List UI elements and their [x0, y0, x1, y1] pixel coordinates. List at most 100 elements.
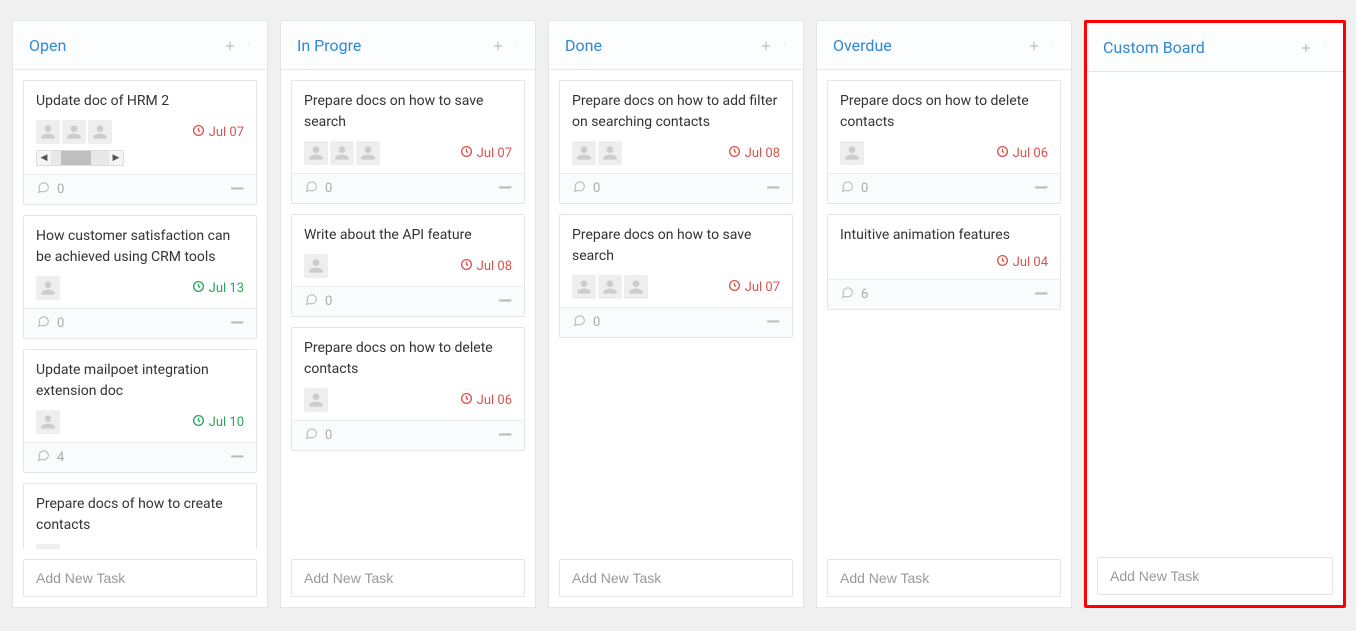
more-icon[interactable]	[515, 35, 519, 55]
date-text: Jul 10	[209, 415, 244, 430]
scroll-right-arrow[interactable]: ▶	[109, 153, 123, 163]
scroll-thumb[interactable]	[61, 151, 91, 165]
card-footer: 6—	[828, 279, 1060, 309]
comment-count[interactable]: 6	[840, 286, 868, 303]
task-card[interactable]: Prepare docs on how to save searchJul 07…	[559, 214, 793, 338]
comment-icon	[36, 181, 51, 198]
more-icon[interactable]	[247, 35, 251, 55]
card-footer: 0—	[828, 173, 1060, 203]
add-task-input[interactable]	[291, 559, 525, 597]
add-icon[interactable]	[1299, 40, 1313, 54]
clock-icon	[996, 145, 1009, 162]
more-icon[interactable]	[1051, 35, 1055, 55]
card-title: Prepare docs on how to delete contacts	[304, 338, 512, 380]
add-task-input[interactable]	[827, 559, 1061, 597]
add-icon[interactable]	[1027, 38, 1041, 52]
comment-count[interactable]: 0	[36, 315, 64, 332]
card-meta: Jul 08	[572, 141, 780, 165]
horizontal-scrollbar[interactable]: ◀▶	[36, 150, 124, 166]
avatar-group	[36, 120, 112, 144]
comment-count[interactable]: 0	[304, 180, 332, 197]
comment-count[interactable]: 0	[840, 180, 868, 197]
avatar-group	[304, 254, 328, 278]
due-date: Jul 06	[460, 392, 512, 409]
task-card[interactable]: Prepare docs on how to delete contactsJu…	[827, 80, 1061, 204]
comment-number: 0	[861, 181, 868, 196]
more-icon[interactable]	[1323, 37, 1327, 57]
scroll-track[interactable]	[51, 151, 109, 165]
date-text: Jul 07	[477, 146, 512, 161]
column-header: Custom Board	[1087, 23, 1343, 72]
more-icon[interactable]	[783, 35, 787, 55]
collapse-icon[interactable]: —	[1034, 290, 1048, 299]
task-card[interactable]: Prepare docs on how to delete contacts Ju…	[291, 327, 525, 451]
task-card[interactable]: How customer satisfaction can be achieve…	[23, 215, 257, 339]
add-task-input[interactable]	[23, 559, 257, 597]
card-meta: Jul 06	[840, 141, 1048, 165]
avatar	[572, 275, 596, 299]
comment-count[interactable]: 0	[304, 293, 332, 310]
task-card[interactable]: Prepare docs on how to save searchJul 07…	[291, 80, 525, 204]
task-card[interactable]: Intuitive animation featuresJul 046—	[827, 214, 1061, 310]
comment-icon	[36, 315, 51, 332]
collapse-icon[interactable]: —	[766, 184, 780, 193]
date-text: Jul 08	[745, 146, 780, 161]
scroll-left-arrow[interactable]: ◀	[37, 153, 51, 163]
add-icon[interactable]	[491, 38, 505, 52]
comment-count[interactable]: 0	[36, 181, 64, 198]
comment-count[interactable]: 0	[572, 314, 600, 331]
task-card[interactable]: Update doc of HRM 2Jul 07◀▶0—	[23, 80, 257, 205]
collapse-icon[interactable]: —	[498, 431, 512, 440]
date-text: Jul 07	[745, 280, 780, 295]
task-card[interactable]: Prepare docs of how to create contactsJu…	[23, 483, 257, 549]
add-task-input[interactable]	[559, 559, 793, 597]
add-task-wrapper	[549, 549, 803, 607]
clock-icon	[996, 254, 1009, 271]
avatar-group	[304, 388, 328, 412]
column-header: Overdue	[817, 21, 1071, 70]
collapse-icon[interactable]: —	[1034, 184, 1048, 193]
avatar	[624, 275, 648, 299]
comment-icon	[304, 427, 319, 444]
due-date: Jul 08	[728, 145, 780, 162]
card-title: Update doc of HRM 2	[36, 91, 244, 112]
card-footer: 0—	[292, 173, 524, 203]
task-card[interactable]: Prepare docs on how to add filter on sea…	[559, 80, 793, 204]
collapse-icon[interactable]: —	[230, 319, 244, 328]
comment-count[interactable]: 0	[304, 427, 332, 444]
card-body: Update doc of HRM 2Jul 07◀▶	[24, 81, 256, 174]
add-icon[interactable]	[759, 38, 773, 52]
board-column: OpenUpdate doc of HRM 2Jul 07◀▶0—How cus…	[12, 20, 268, 608]
collapse-icon[interactable]: —	[498, 184, 512, 193]
clock-icon	[460, 392, 473, 409]
avatar	[88, 120, 112, 144]
comment-count[interactable]: 0	[572, 180, 600, 197]
add-icon[interactable]	[223, 38, 237, 52]
avatar	[304, 141, 328, 165]
collapse-icon[interactable]: —	[230, 185, 244, 194]
collapse-icon[interactable]: —	[498, 297, 512, 306]
task-card[interactable]: Write about the API featureJul 080—	[291, 214, 525, 317]
card-title: Write about the API feature	[304, 225, 512, 246]
avatar-group	[572, 141, 622, 165]
comment-number: 4	[57, 450, 64, 465]
task-card[interactable]: Update mailpoet integration extension do…	[23, 349, 257, 473]
comment-count[interactable]: 4	[36, 449, 64, 466]
card-meta: Jul 07	[36, 544, 244, 549]
comment-icon	[572, 314, 587, 331]
avatar	[304, 388, 328, 412]
comment-icon	[572, 180, 587, 197]
avatar	[36, 120, 60, 144]
column-title: Custom Board	[1103, 38, 1205, 57]
add-task-input[interactable]	[1097, 557, 1333, 595]
collapse-icon[interactable]: —	[766, 318, 780, 327]
collapse-icon[interactable]: —	[230, 453, 244, 462]
clock-icon	[192, 414, 205, 431]
column-title: Done	[565, 36, 602, 55]
due-date: Jul 07	[728, 279, 780, 296]
date-text: Jul 06	[1013, 146, 1048, 161]
card-body: Intuitive animation featuresJul 04	[828, 215, 1060, 279]
avatar-group	[36, 544, 60, 549]
add-task-wrapper	[1087, 547, 1343, 605]
avatar	[304, 254, 328, 278]
